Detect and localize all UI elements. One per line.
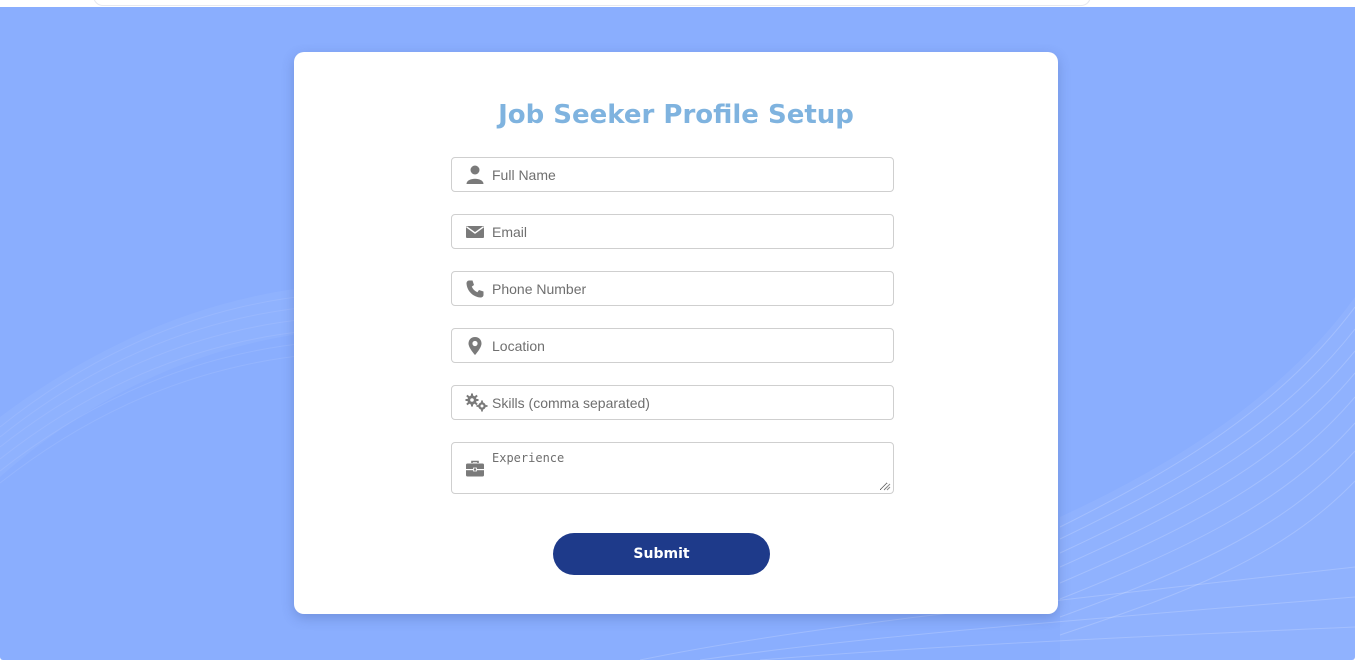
briefcase-icon xyxy=(466,460,484,477)
bottom-strip xyxy=(0,660,1359,664)
user-icon xyxy=(466,165,484,184)
map-marker-icon xyxy=(468,337,482,355)
address-bar-edge xyxy=(93,0,1091,6)
page-background: Job Seeker Profile Setup Full Name Email… xyxy=(0,7,1355,660)
phone-field xyxy=(451,271,894,306)
browser-top-strip xyxy=(0,0,1359,7)
envelope-icon xyxy=(466,226,484,238)
location-input[interactable] xyxy=(492,329,887,362)
location-field xyxy=(451,328,894,363)
skills-field xyxy=(451,385,894,420)
phone-icon xyxy=(466,280,484,298)
experience-textarea[interactable] xyxy=(492,451,888,491)
experience-field xyxy=(451,442,894,494)
form-title: Job Seeker Profile Setup xyxy=(498,100,854,130)
email-field xyxy=(451,214,894,249)
full-name-input[interactable] xyxy=(492,158,887,191)
submit-button[interactable]: Submit xyxy=(553,533,770,575)
resize-handle-icon[interactable] xyxy=(883,483,891,491)
gears-icon xyxy=(465,393,488,412)
phone-input[interactable] xyxy=(492,272,887,305)
full-name-field xyxy=(451,157,894,192)
email-input[interactable] xyxy=(492,215,887,248)
profile-form-card: Job Seeker Profile Setup Full Name Email… xyxy=(294,52,1058,614)
skills-input[interactable] xyxy=(492,386,887,419)
